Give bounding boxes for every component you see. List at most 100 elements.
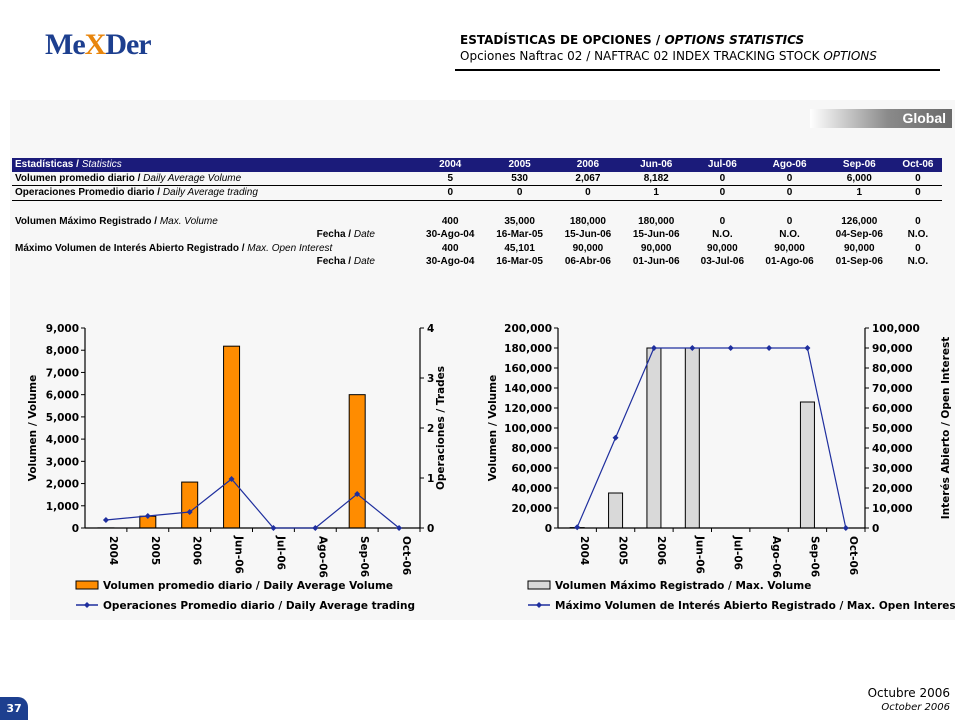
table-cell: 45,101: [504, 242, 535, 254]
legend-bar-swatch: [527, 580, 551, 590]
table-header-row: Estadísticas / Statistics 2004 2005 2006 Jun…: [12, 158, 942, 172]
table-cell: N.O.: [712, 229, 733, 241]
row-label-en: Daily Average trading: [162, 187, 258, 199]
y2-tick-label: 70,000: [872, 383, 913, 395]
table-cell: 0: [786, 215, 793, 227]
table-row: Volumen promedio diario / Daily Average …: [12, 171, 942, 186]
table-cell: 180,000: [569, 215, 606, 227]
y-tick-label: 60,000: [511, 463, 552, 475]
statistics-table: Estadísticas / Statistics 2004 2005 2006 Jun…: [12, 158, 942, 269]
y-tick-label: 8,000: [46, 345, 79, 357]
table-cell: 126,000: [841, 215, 878, 227]
table-cell: 400: [441, 215, 459, 227]
table-cell: 30-Ago-04: [426, 229, 475, 241]
table-cell: 0: [915, 215, 921, 227]
page-title-es: ESTADÍSTICAS DE OPCIONES /: [460, 33, 665, 47]
y-tick-label: 100,000: [504, 423, 552, 435]
table-cell: 1: [622, 185, 691, 201]
table-cell: 04-Sep-06: [835, 229, 883, 241]
y2-tick-label: 80,000: [872, 363, 913, 375]
page-title: ESTADÍSTICAS DE OPCIONES / OPTIONS STATI…: [460, 33, 804, 47]
y2-tick-label: 0: [427, 523, 434, 535]
x-tick-label: Ago-06: [316, 536, 328, 578]
table-cell: 90,000: [707, 242, 738, 254]
x-tick-label: 2004: [107, 536, 119, 565]
global-section-badge: Global: [810, 109, 952, 128]
y-tick-label: 140,000: [504, 383, 552, 395]
row-label: Volumen promedio diario / Daily Average …: [12, 171, 415, 186]
table-cell: 01-Ago-06: [765, 256, 814, 268]
legend-line-marker: [536, 602, 542, 608]
x-tick-label: 2004: [578, 536, 590, 565]
table-cell: 530: [485, 171, 554, 186]
y-tick-label: 40,000: [511, 483, 552, 495]
table-cell: N.O.: [907, 229, 929, 241]
table-cell: 0: [915, 242, 921, 254]
line-point-2004: [102, 517, 109, 523]
spacer-cell: [622, 200, 690, 215]
row-label: Máximo Volumen de Interés Abierto Regist…: [12, 242, 415, 256]
line-point-2004: [574, 524, 581, 531]
max-volume-chart: 0 20,000 40,000 60,000 80,000 100,000 120,000 1…: [487, 323, 955, 612]
y2-tick-label: 40,000: [872, 443, 913, 455]
spacer-cell: [12, 200, 415, 215]
table-header-label-es: Estadísticas /: [15, 159, 82, 171]
bar-2005: [608, 492, 624, 529]
row-label-en: Date: [353, 256, 375, 268]
legend-bar-label: Volumen Máximo Registrado / Max. Volume: [555, 580, 811, 592]
column-header-0: 2004: [415, 158, 486, 172]
y-tick-label: 0: [72, 523, 79, 535]
y2-tick-label: 0: [872, 523, 879, 535]
line-point-2005: [612, 434, 619, 441]
y-tick-label: 4,000: [46, 434, 79, 446]
y-tick-label: 120,000: [504, 403, 552, 415]
spacer-cell: [415, 200, 485, 215]
line-point-Oct-06: [842, 525, 849, 531]
logo-text-x: X: [84, 28, 107, 61]
y-tick-label: 1,000: [46, 501, 79, 513]
table-header-label-en: Statistics: [81, 159, 122, 171]
row-label-es: Volumen promedio diario /: [15, 172, 144, 184]
column-header-2: 2006: [553, 158, 623, 172]
y-tick-label: 2,000: [46, 479, 79, 491]
y-tick-label: 7,000: [46, 367, 79, 379]
column-header-4: Jul-06: [690, 158, 755, 172]
footer-date-en: October 2006: [881, 702, 950, 713]
y-tick-label: 9,000: [46, 323, 79, 335]
table-header-label: Estadísticas / Statistics: [12, 158, 415, 172]
table-cell: 180,000: [638, 215, 675, 227]
legend-bar-label: Volumen promedio diario / Daily Average …: [103, 580, 393, 592]
bar-Jun-06: [684, 347, 700, 529]
page-number: 37: [0, 697, 28, 720]
table-cell: 0: [719, 215, 726, 227]
line-point-Jul-06: [727, 345, 734, 351]
y-tick-label: 180,000: [504, 343, 552, 355]
y-tick-label: 80,000: [511, 443, 552, 455]
page-subtitle: Opciones Naftrac 02 / NAFTRAC 02 INDEX T…: [460, 49, 877, 63]
y2-tick-label: 50,000: [872, 423, 913, 435]
table-cell: 2,067: [553, 171, 623, 186]
table-cell: 90,000: [640, 242, 672, 254]
column-header-7: Oct-06: [893, 158, 942, 172]
table-cell: 0: [415, 185, 486, 201]
table-cell: 8,182: [622, 171, 691, 186]
table-spacer-row: [12, 200, 942, 215]
bar-Jun-06: [223, 345, 241, 529]
y-axis-title: Volumen / Volume: [27, 375, 39, 481]
y2-tick-label: 30,000: [872, 463, 913, 475]
row-label-en: Daily Average Volume: [143, 172, 242, 184]
x-tick-label: Sep-06: [808, 536, 820, 577]
row-label-en: Max. Volume: [159, 215, 218, 227]
table-cell: 01-Jun-06: [632, 256, 680, 268]
row-label-es: Fecha /: [316, 256, 354, 268]
row-label-es: Operaciones Promedio diario /: [15, 187, 163, 199]
table-cell: 90,000: [572, 242, 604, 254]
table-row: Operaciones Promedio diario / Daily Aver…: [12, 185, 942, 201]
footer-date-es: Octubre 2006: [867, 686, 950, 700]
table-cell: 0: [893, 185, 942, 201]
bar-Sep-06: [799, 401, 815, 529]
line-point-Ago-06: [766, 345, 773, 351]
y-tick-label: 5,000: [46, 412, 79, 424]
y-tick-label: 20,000: [511, 503, 552, 515]
daily-volume-chart: 0 1,000 2,000 3,000 4,000 5,000 6,000 7,000 8,00…: [27, 323, 447, 612]
